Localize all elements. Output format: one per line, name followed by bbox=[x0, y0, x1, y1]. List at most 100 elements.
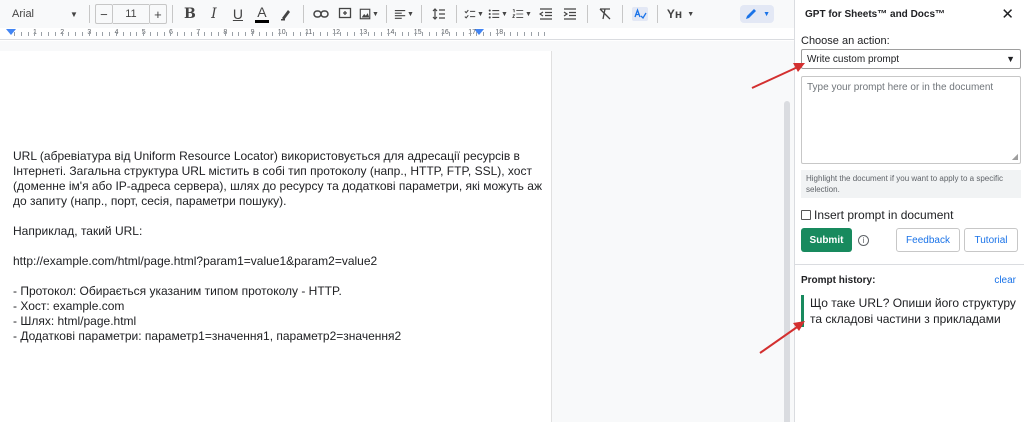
numbered-list-icon[interactable]: ▼ bbox=[511, 4, 532, 24]
ruler-tick bbox=[218, 32, 219, 36]
link-icon[interactable] bbox=[311, 4, 331, 24]
prompt-textarea[interactable]: Type your prompt here or in the document… bbox=[801, 76, 1021, 164]
font-size-decrease-button[interactable]: − bbox=[94, 4, 113, 24]
ruler-tick bbox=[394, 32, 396, 36]
history-header: Prompt history: clear bbox=[801, 275, 1018, 286]
italic-button[interactable]: I bbox=[204, 4, 224, 24]
ruler-tick bbox=[340, 32, 342, 36]
chevron-down-icon: ▼ bbox=[1006, 54, 1015, 64]
ruler-tick bbox=[54, 32, 56, 36]
align-left-icon[interactable]: ▼ bbox=[394, 4, 414, 24]
ruler-tick bbox=[530, 32, 532, 36]
action-label: Choose an action: bbox=[801, 35, 890, 47]
ruler-tick bbox=[102, 32, 104, 36]
toolbar-divider bbox=[621, 5, 623, 23]
ruler-tick bbox=[449, 32, 451, 36]
ruler-tick bbox=[428, 32, 430, 36]
tutorial-button[interactable]: Tutorial bbox=[964, 228, 1018, 252]
doc-paragraph-list: - Протокол: Обирається указаним типом пр… bbox=[13, 284, 402, 343]
ruler-tick bbox=[82, 32, 83, 36]
ruler-tick bbox=[524, 32, 525, 36]
ruler-tick bbox=[88, 32, 90, 36]
ruler-tick bbox=[252, 32, 253, 36]
increase-indent-icon[interactable] bbox=[560, 4, 580, 24]
document-scrollbar[interactable] bbox=[784, 101, 790, 422]
toolbar-divider bbox=[88, 5, 90, 23]
document-body[interactable]: URL (абревіатура від Uniform Resource Lo… bbox=[13, 149, 543, 344]
toolbar-divider bbox=[656, 5, 658, 23]
ruler-tick bbox=[177, 32, 179, 36]
ruler-tick bbox=[109, 32, 111, 36]
ruler-tick bbox=[374, 32, 376, 36]
toolbar-divider bbox=[171, 5, 173, 23]
ruler-tick bbox=[211, 32, 213, 36]
line-spacing-icon[interactable] bbox=[429, 4, 449, 24]
document-page[interactable]: URL (абревіатура від Uniform Resource Lo… bbox=[0, 51, 552, 422]
info-icon[interactable]: i bbox=[858, 234, 869, 246]
action-select-value: Write custom prompt bbox=[807, 53, 900, 65]
ruler-tick bbox=[48, 32, 49, 36]
highlight-pen-icon[interactable] bbox=[276, 4, 296, 24]
numbered-list-caret-icon: ▼ bbox=[524, 10, 532, 18]
ruler-tick bbox=[469, 32, 471, 36]
underline-button[interactable]: U bbox=[228, 4, 248, 24]
image-icon[interactable]: ▼ bbox=[359, 4, 379, 24]
selection-hint: Highlight the document if you want to ap… bbox=[801, 170, 1021, 198]
ruler-tick bbox=[272, 32, 274, 36]
prompt-placeholder: Type your prompt here or in the document bbox=[807, 82, 994, 93]
history-item[interactable]: Що таке URL? Опиши його структуру та скл… bbox=[801, 295, 1023, 327]
ruler[interactable]: 123456789101112131415161718 bbox=[0, 28, 794, 40]
sidebar-header: GPT for Sheets™ and Docs™ ✕ bbox=[795, 0, 1024, 28]
clear-history-link[interactable]: clear bbox=[994, 275, 1016, 286]
ruler-tick bbox=[156, 32, 158, 36]
decrease-indent-icon[interactable] bbox=[536, 4, 556, 24]
ruler-tick bbox=[306, 32, 308, 36]
ruler-tick bbox=[245, 32, 247, 36]
checklist-icon[interactable]: ▼ bbox=[464, 4, 484, 24]
ruler-tick bbox=[456, 32, 457, 36]
insert-prompt-option[interactable]: Insert prompt in document bbox=[801, 208, 1018, 222]
pencil-icon bbox=[746, 9, 757, 19]
text-color-button[interactable]: A bbox=[252, 4, 272, 24]
ruler-tick bbox=[313, 32, 315, 36]
submit-button[interactable]: Submit bbox=[801, 228, 852, 252]
resize-grip-icon[interactable]: ◢ bbox=[1012, 152, 1018, 161]
close-icon[interactable]: ✕ bbox=[1001, 5, 1014, 23]
ruler-tick bbox=[143, 32, 145, 36]
font-family-select[interactable]: Arial bbox=[12, 8, 70, 20]
ruler-tick bbox=[265, 32, 267, 36]
input-tools-button[interactable]: Yн bbox=[667, 7, 682, 21]
spellcheck-icon[interactable] bbox=[630, 4, 650, 24]
ruler-tick bbox=[360, 32, 362, 36]
font-family-caret-icon[interactable]: ▼ bbox=[70, 10, 78, 19]
bulleted-list-icon[interactable]: ▼ bbox=[488, 4, 508, 24]
font-size-increase-button[interactable]: + bbox=[148, 4, 167, 24]
ruler-tick bbox=[68, 32, 70, 36]
clear-formatting-icon[interactable] bbox=[595, 4, 615, 24]
input-tools-caret-icon[interactable]: ▼ bbox=[687, 11, 694, 18]
ruler-tick bbox=[510, 32, 512, 36]
ruler-tick bbox=[462, 32, 464, 36]
bold-button[interactable]: B bbox=[180, 4, 200, 24]
ruler-tick bbox=[258, 32, 260, 36]
toolbar-divider bbox=[455, 5, 457, 23]
ruler-tick bbox=[388, 32, 389, 36]
bulleted-list-caret-icon: ▼ bbox=[500, 10, 508, 18]
font-size-control: − 11 + bbox=[94, 4, 167, 24]
doc-paragraph-intro: URL (абревіатура від Uniform Resource Lo… bbox=[13, 149, 546, 208]
document-canvas: URL (абревіатура від Uniform Resource Lo… bbox=[0, 41, 794, 422]
ruler-tick bbox=[238, 32, 240, 36]
ruler-tick bbox=[483, 32, 485, 36]
comment-icon[interactable] bbox=[335, 4, 355, 24]
insert-prompt-checkbox[interactable] bbox=[801, 210, 811, 220]
action-select[interactable]: Write custom prompt ▼ bbox=[801, 49, 1021, 69]
font-size-input[interactable]: 11 bbox=[112, 4, 149, 24]
ruler-tick bbox=[544, 32, 546, 36]
ruler-tick bbox=[408, 32, 410, 36]
doc-paragraph-url: http://example.com/html/page.html?param1… bbox=[13, 254, 378, 268]
feedback-button[interactable]: Feedback bbox=[896, 228, 960, 252]
ruler-tick bbox=[231, 32, 233, 36]
ruler-tick bbox=[367, 32, 369, 36]
ruler-tick bbox=[184, 32, 185, 36]
editing-mode-button[interactable]: ▼ bbox=[740, 5, 774, 23]
